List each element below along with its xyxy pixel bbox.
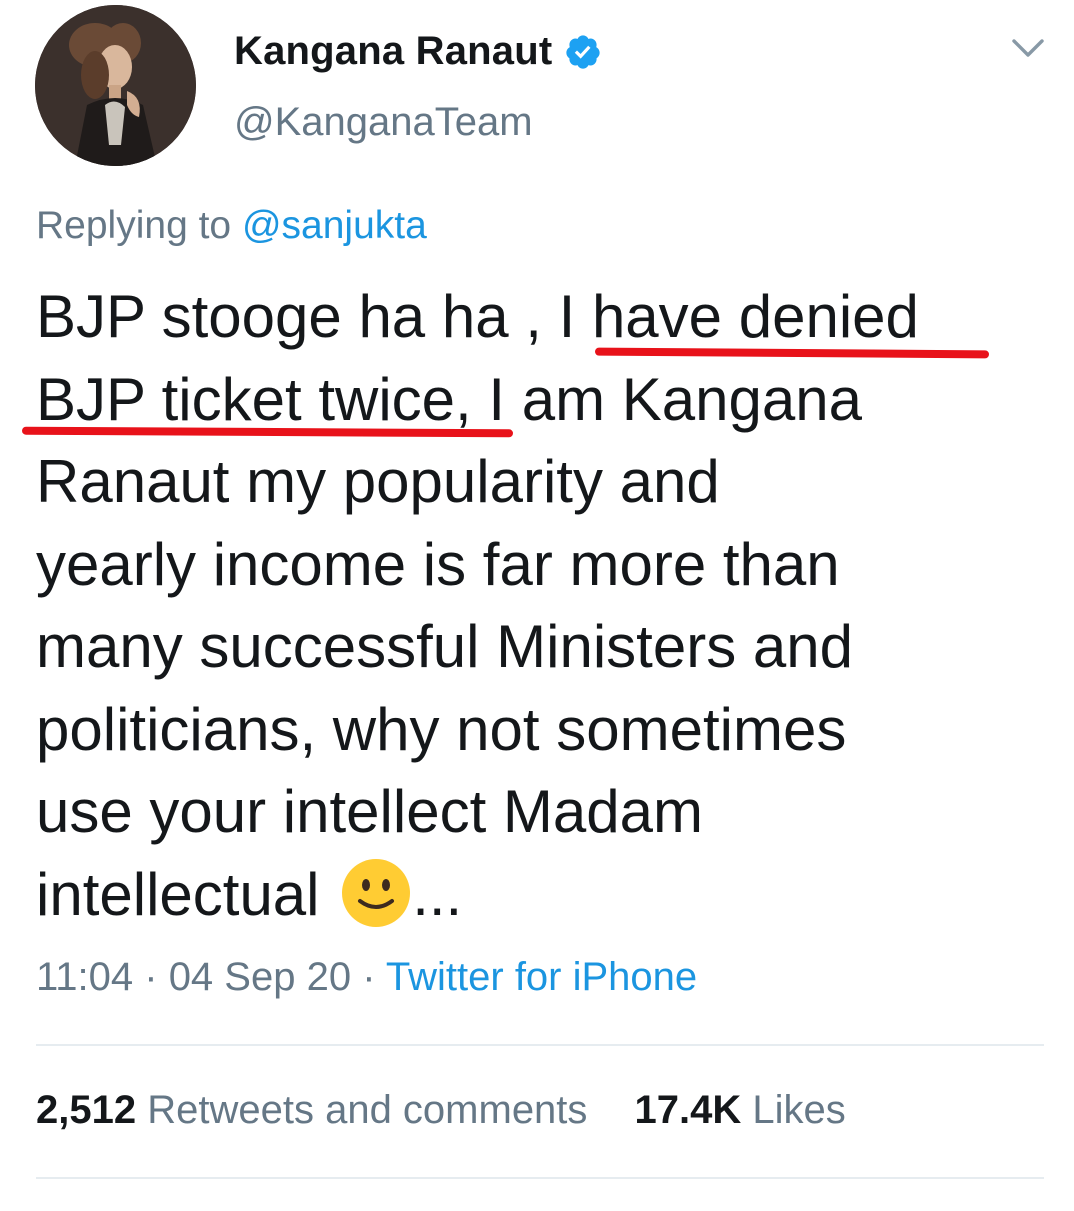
likes-stat[interactable]: 17.4K Likes: [635, 1088, 846, 1132]
retweets-stat[interactable]: 2,512 Retweets and comments: [36, 1088, 587, 1132]
replying-to-label: Replying to: [36, 204, 242, 247]
tweet-date: 04 Sep 20: [168, 955, 352, 999]
meta-separator: ·: [351, 955, 386, 999]
author-name-row: Kangana Ranaut: [234, 26, 602, 76]
divider: [36, 1177, 1044, 1179]
meta-separator: ·: [133, 955, 169, 999]
tweet-line: BJP stooge ha ha , I have denied: [36, 283, 919, 350]
author-handle[interactable]: @KanganaTeam: [234, 100, 533, 145]
replying-to: Replying to @sanjukta: [36, 204, 427, 248]
author-display-name[interactable]: Kangana Ranaut: [234, 29, 552, 74]
likes-count: 17.4K: [634, 1088, 742, 1132]
tweet-line-last-text: intellectual: [36, 860, 320, 928]
tweet-line: use your intellect Madam: [36, 778, 703, 845]
smiley-icon: [342, 858, 411, 927]
tweet-meta: 11:04 · 04 Sep 20 · Twitter for iPhone: [36, 955, 697, 1000]
tweet-ellipsis: ...: [412, 860, 463, 928]
tweet-time: 11:04: [36, 955, 134, 999]
avatar[interactable]: [35, 5, 196, 166]
tweet-line: politicians, why not sometimes: [36, 695, 847, 763]
divider: [36, 1044, 1044, 1046]
tweet-line-last: intellectual ...: [36, 854, 1046, 937]
tweet-line: Ranaut my popularity and: [36, 448, 720, 515]
tweet-text: BJP stooge ha ha , I have denied BJP tic…: [36, 276, 1046, 936]
tweet-line: yearly income is far more than: [36, 530, 840, 598]
verified-badge-icon: [566, 35, 601, 69]
retweets-count: 2,512: [36, 1088, 137, 1132]
chevron-down-icon[interactable]: [1010, 32, 1046, 62]
tweet-stats: 2,512 Retweets and comments 17.4K Likes: [36, 1088, 846, 1133]
tweet-line: many successful Ministers and: [36, 613, 853, 680]
tweet-line: BJP ticket twice, I am Kangana: [36, 365, 862, 433]
likes-label: Likes: [741, 1088, 846, 1132]
tweet-source-link[interactable]: Twitter for iPhone: [386, 955, 697, 999]
retweets-label: Retweets and comments: [136, 1088, 588, 1132]
reply-mention-link[interactable]: @sanjukta: [242, 204, 427, 247]
